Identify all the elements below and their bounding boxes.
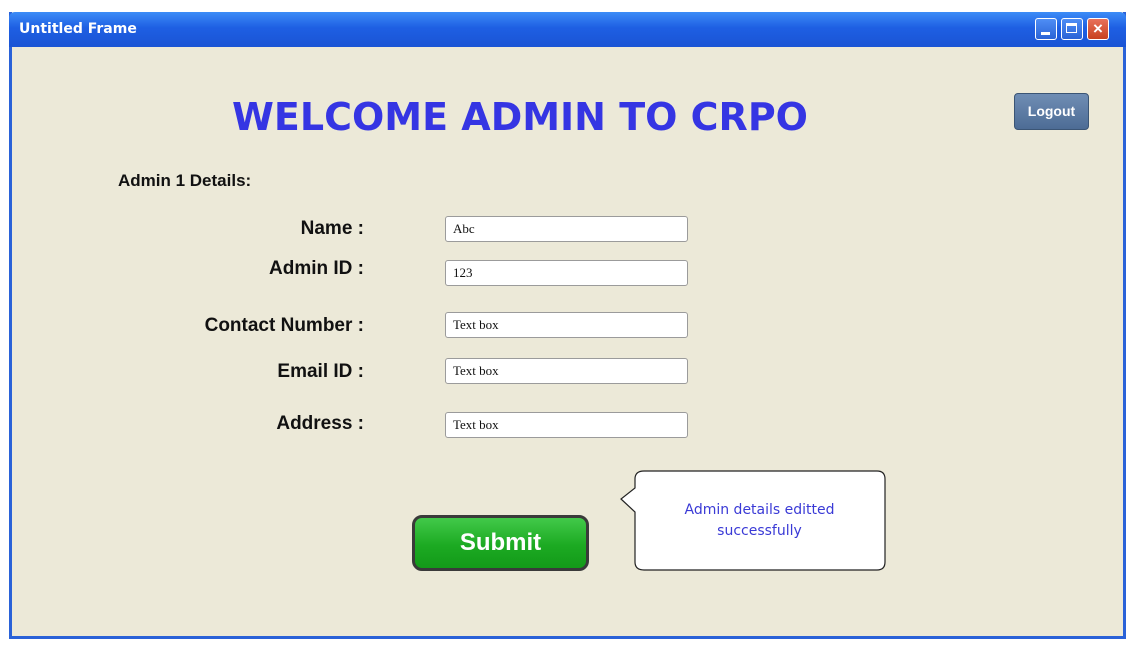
minimize-button[interactable] bbox=[1035, 18, 1057, 40]
title-bar[interactable]: Untitled Frame × bbox=[9, 12, 1126, 47]
name-field[interactable]: Abc bbox=[445, 216, 688, 242]
contact-number-field[interactable]: Text box bbox=[445, 312, 688, 338]
minimize-icon bbox=[1041, 32, 1050, 35]
close-icon: × bbox=[1093, 19, 1103, 38]
contact-number-label: Contact Number : bbox=[204, 315, 364, 336]
maximize-button[interactable] bbox=[1061, 18, 1083, 40]
name-label: Name : bbox=[300, 218, 364, 239]
section-label: Admin 1 Details: bbox=[118, 171, 252, 190]
admin-id-label: Admin ID : bbox=[269, 258, 364, 279]
success-message-line2: successfully bbox=[717, 523, 802, 539]
email-id-label: Email ID : bbox=[277, 361, 364, 382]
maximize-icon bbox=[1066, 23, 1077, 33]
admin-id-field[interactable]: 123 bbox=[445, 260, 688, 286]
address-field[interactable]: Text box bbox=[445, 412, 688, 438]
success-message-line1: Admin details editted bbox=[684, 502, 835, 518]
address-label: Address : bbox=[276, 413, 364, 434]
success-message: Admin details editted successfully bbox=[634, 500, 885, 542]
window-title: Untitled Frame bbox=[19, 21, 137, 37]
success-tooltip: Admin details editted successfully bbox=[620, 470, 886, 571]
close-button[interactable]: × bbox=[1087, 18, 1109, 40]
page-title: WELCOME ADMIN TO CRPO bbox=[232, 95, 808, 139]
logout-button[interactable]: Logout bbox=[1014, 93, 1089, 130]
email-id-field[interactable]: Text box bbox=[445, 358, 688, 384]
submit-button[interactable]: Submit bbox=[412, 515, 589, 571]
